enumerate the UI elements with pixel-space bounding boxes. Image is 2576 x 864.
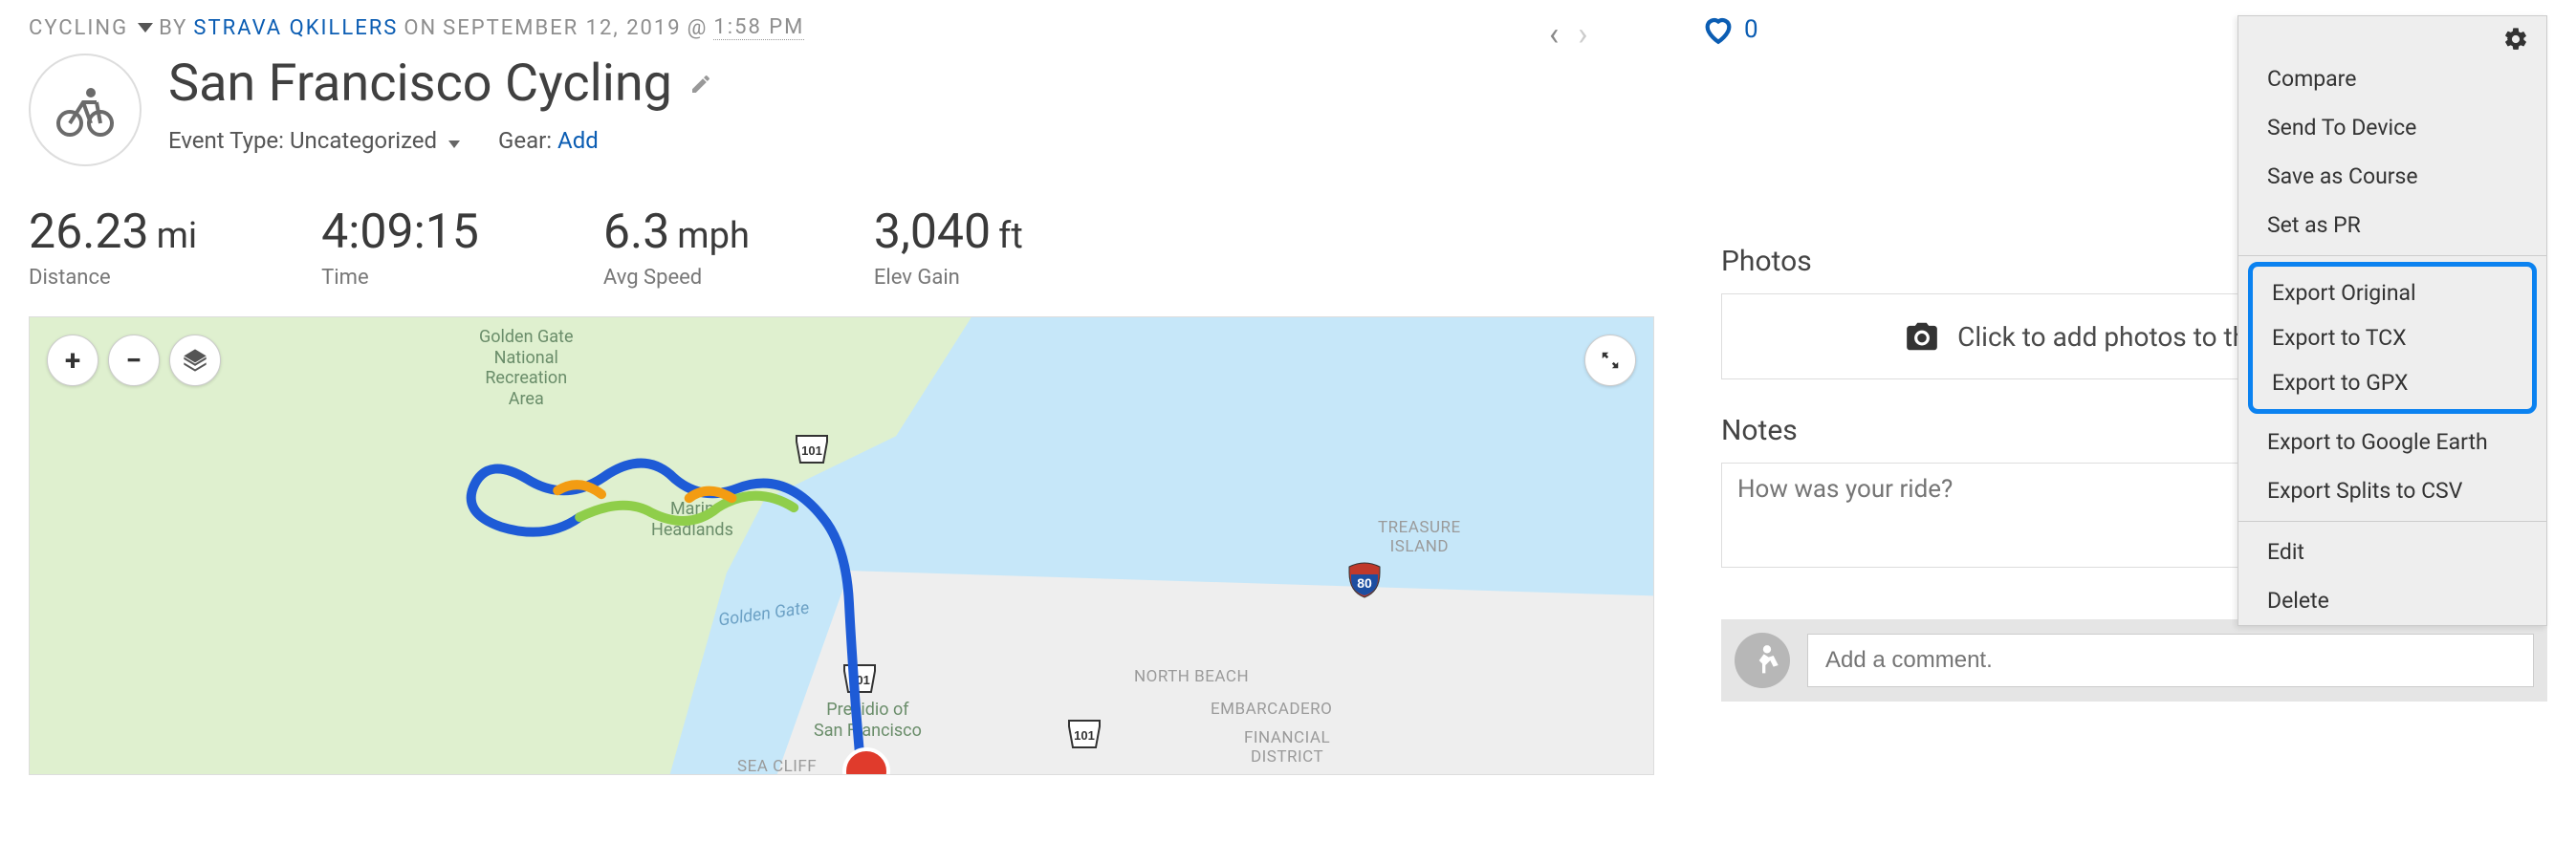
activity-date: SEPTEMBER 12, 2019 <box>443 16 681 40</box>
distance-label: Distance <box>29 266 197 290</box>
menu-export-google-earth[interactable]: Export to Google Earth <box>2238 418 2546 466</box>
avgspeed-unit: mph <box>677 215 750 257</box>
activity-nav: ‹ › <box>1549 15 1587 54</box>
map-label-headlands: MarinHeadlands <box>651 499 733 540</box>
settings-menu: Compare Send To Device Save as Course Se… <box>2238 15 2547 626</box>
menu-edit[interactable]: Edit <box>2238 528 2546 576</box>
comment-avatar <box>1735 633 1790 688</box>
map-zoom-out-button[interactable]: − <box>108 335 160 386</box>
menu-set-as-pr[interactable]: Set as PR <box>2238 201 2546 249</box>
activity-icon <box>29 54 142 166</box>
map-label-ggnra: Golden GateNationalRecreationArea <box>479 327 574 409</box>
menu-export-splits-csv[interactable]: Export Splits to CSV <box>2238 466 2546 515</box>
menu-export-tcx[interactable]: Export to TCX <box>2253 315 2532 360</box>
map-label-presidio: Presidio ofSan Francisco <box>814 700 922 741</box>
expand-icon <box>1600 350 1621 371</box>
next-activity-button[interactable]: › <box>1578 15 1587 54</box>
menu-save-as-course[interactable]: Save as Course <box>2238 152 2546 201</box>
svg-text:101: 101 <box>849 673 870 687</box>
map-label-northbeach: NORTH BEACH <box>1134 667 1249 686</box>
highway-shield-101-icon: 101 <box>795 432 829 466</box>
stat-elevation: 3,040ft Elev Gain <box>874 205 1023 290</box>
stats-row: 26.23mi Distance 4:09:15 Time 6.3mph Avg… <box>29 205 1673 290</box>
event-type-value: Uncategorized <box>290 127 437 154</box>
comment-input[interactable] <box>1807 634 2534 687</box>
map-fullscreen-button[interactable] <box>1584 335 1636 386</box>
stat-time: 4:09:15 Time <box>321 205 479 290</box>
runner-icon <box>1743 641 1781 680</box>
map-label-goldengate: Golden Gate <box>717 597 811 631</box>
activity-meta: CYCLING BY STRAVA QKILLERS ON SEPTEMBER … <box>29 15 1673 40</box>
elev-value: 3,040 <box>874 205 991 260</box>
elev-unit: ft <box>998 215 1023 257</box>
map-label-embarcadero: EMBARCADERO <box>1211 700 1332 719</box>
by-label: BY <box>159 16 187 40</box>
event-type-label: Event Type: <box>168 127 284 154</box>
user-link[interactable]: STRAVA QKILLERS <box>193 16 398 40</box>
distance-value: 26.23 <box>29 205 149 260</box>
map-label-seacliff: SEA CLIFF <box>737 757 817 775</box>
menu-compare[interactable]: Compare <box>2238 54 2546 103</box>
layers-icon <box>182 347 208 374</box>
time-value: 4:09:15 <box>321 205 479 260</box>
on-label: ON <box>404 16 437 40</box>
highway-shield-101-icon: 101 <box>1067 717 1102 751</box>
activity-type-label: CYCLING <box>29 16 128 40</box>
menu-delete[interactable]: Delete <box>2238 576 2546 625</box>
svg-text:101: 101 <box>801 443 822 458</box>
cycling-icon <box>55 79 116 140</box>
time-label: Time <box>321 266 479 290</box>
avgspeed-value: 6.3 <box>603 205 669 260</box>
menu-export-highlight: Export Original Export to TCX Export to … <box>2248 262 2537 414</box>
activity-time[interactable]: 1:58 PM <box>713 15 804 40</box>
map-label-treasure: TREASUREISLAND <box>1378 518 1461 557</box>
activity-type-dropdown[interactable]: CYCLING <box>29 16 153 40</box>
menu-export-original[interactable]: Export Original <box>2253 270 2532 315</box>
avgspeed-label: Avg Speed <box>603 266 750 290</box>
menu-export-gpx[interactable]: Export to GPX <box>2253 360 2532 405</box>
stat-distance: 26.23mi Distance <box>29 205 197 290</box>
gear-add-link[interactable]: Add <box>557 127 599 154</box>
elev-label: Elev Gain <box>874 266 1023 290</box>
map-label-financial: FINANCIALDISTRICT <box>1244 728 1330 767</box>
activity-map[interactable]: Golden GateNationalRecreationArea MarinH… <box>29 316 1654 775</box>
event-type-selector[interactable]: Event Type: Uncategorized <box>168 127 460 154</box>
prev-activity-button[interactable]: ‹ <box>1549 15 1559 54</box>
gear-label: Gear: <box>498 127 552 154</box>
camera-icon <box>1904 318 1940 355</box>
menu-send-to-device[interactable]: Send To Device <box>2238 103 2546 152</box>
caret-down-icon <box>138 23 153 32</box>
gear-icon[interactable] <box>2502 26 2529 53</box>
map-layers-button[interactable] <box>169 335 221 386</box>
comment-bar <box>1721 619 2547 702</box>
at-symbol: @ <box>688 16 709 40</box>
stat-avgspeed: 6.3mph Avg Speed <box>603 205 750 290</box>
highway-shield-101-icon: 101 <box>842 661 877 696</box>
caret-down-icon <box>448 140 460 148</box>
map-zoom-in-button[interactable]: + <box>47 335 98 386</box>
interstate-shield-80-icon: 80 <box>1345 561 1384 599</box>
svg-text:101: 101 <box>1074 728 1095 743</box>
distance-unit: mi <box>157 215 198 257</box>
gear-section: Gear: Add <box>498 127 599 154</box>
activity-title: San Francisco Cycling <box>168 54 672 114</box>
edit-title-button[interactable] <box>689 73 712 96</box>
svg-text:80: 80 <box>1357 575 1372 591</box>
